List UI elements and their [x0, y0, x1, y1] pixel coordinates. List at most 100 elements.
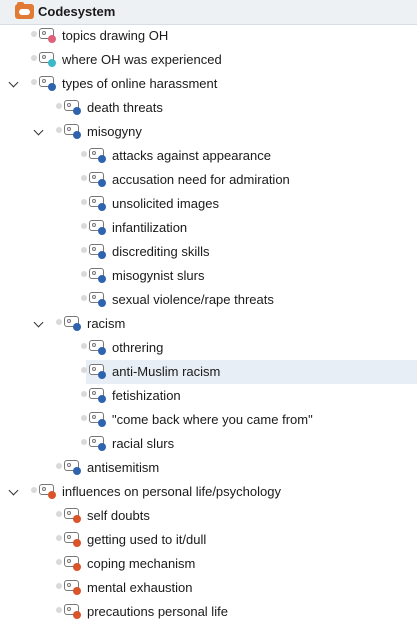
code-icon	[39, 28, 57, 43]
tree-item-label: where OH was experienced	[62, 52, 222, 67]
code-icon	[89, 268, 107, 283]
tree-item[interactable]: precautions personal life	[0, 600, 417, 624]
code-icon	[89, 340, 107, 355]
tree-item[interactable]: discrediting skills	[0, 240, 417, 264]
tree-item[interactable]: death threats	[0, 96, 417, 120]
code-icon	[39, 52, 57, 67]
codesystem-icon	[15, 2, 34, 19]
tree-item-label: racial slurs	[112, 436, 175, 451]
chevron-down-icon[interactable]	[33, 318, 45, 330]
tree-item[interactable]: mental exhaustion	[0, 576, 417, 600]
activation-dot-icon[interactable]	[81, 271, 87, 277]
tree-item-label: discrediting skills	[112, 244, 210, 259]
activation-dot-icon[interactable]	[56, 583, 62, 589]
code-icon	[64, 124, 82, 139]
tree-item-label: mental exhaustion	[87, 580, 193, 595]
chevron-down-icon[interactable]	[8, 486, 20, 498]
tree-item[interactable]: racial slurs	[0, 432, 417, 456]
tree-item-label: influences on personal life/psychology	[62, 484, 281, 499]
tree-item[interactable]: misogyny	[0, 120, 417, 144]
activation-dot-icon[interactable]	[56, 511, 62, 517]
tree-item[interactable]: infantilization	[0, 216, 417, 240]
code-icon	[64, 556, 82, 571]
tree-item[interactable]: misogynist slurs	[0, 264, 417, 288]
activation-dot-icon[interactable]	[56, 535, 62, 541]
tree-item-label: accusation need for admiration	[112, 172, 290, 187]
activation-dot-icon[interactable]	[56, 463, 62, 469]
tree-item[interactable]: "come back where you came from"	[0, 408, 417, 432]
activation-dot-icon[interactable]	[81, 151, 87, 157]
activation-dot-icon[interactable]	[81, 223, 87, 229]
tree-item[interactable]: types of online harassment	[0, 72, 417, 96]
activation-dot-icon[interactable]	[81, 199, 87, 205]
chevron-down-icon[interactable]	[33, 126, 45, 138]
tree-item[interactable]: influences on personal life/psychology	[0, 480, 417, 504]
activation-dot-icon[interactable]	[81, 439, 87, 445]
tree-item[interactable]: anti-Muslim racism	[0, 360, 417, 384]
tree-item[interactable]: othrering	[0, 336, 417, 360]
tree-item-label: infantilization	[112, 220, 188, 235]
activation-dot-icon[interactable]	[56, 103, 62, 109]
code-icon	[89, 436, 107, 451]
code-icon	[89, 364, 107, 379]
tree-item[interactable]: racism	[0, 312, 417, 336]
tree-item-label: precautions personal life	[87, 604, 228, 619]
tree-item[interactable]: getting used to it/dull	[0, 528, 417, 552]
tree-item[interactable]: topics drawing OH	[0, 24, 417, 48]
code-icon	[89, 196, 107, 211]
activation-dot-icon[interactable]	[31, 79, 37, 85]
tree-item-label: self doubts	[87, 508, 150, 523]
tree-item-label: "come back where you came from"	[112, 412, 313, 427]
activation-dot-icon[interactable]	[56, 127, 62, 133]
activation-dot-icon[interactable]	[81, 175, 87, 181]
activation-dot-icon[interactable]	[81, 343, 87, 349]
tree-item[interactable]: where OH was experienced	[0, 48, 417, 72]
tree-item-label: unsolicited images	[112, 196, 219, 211]
tree-item-label: getting used to it/dull	[87, 532, 207, 547]
activation-dot-icon[interactable]	[81, 415, 87, 421]
tree-item[interactable]: self doubts	[0, 504, 417, 528]
code-icon	[64, 604, 82, 619]
tree-item[interactable]: antisemitism	[0, 456, 417, 480]
tree-item-label: antisemitism	[87, 460, 160, 475]
activation-dot-icon[interactable]	[56, 319, 62, 325]
code-icon	[39, 484, 57, 499]
tree-item[interactable]: fetishization	[0, 384, 417, 408]
code-icon	[89, 292, 107, 307]
tree-item-label: coping mechanism	[87, 556, 196, 571]
activation-dot-icon[interactable]	[81, 247, 87, 253]
code-icon	[64, 508, 82, 523]
code-icon	[64, 532, 82, 547]
chevron-down-icon[interactable]	[8, 78, 20, 90]
tree-item-label: misogynist slurs	[112, 268, 205, 283]
activation-dot-icon[interactable]	[31, 487, 37, 493]
code-icon	[64, 316, 82, 331]
tree-item-label: attacks against appearance	[112, 148, 271, 163]
code-icon	[89, 412, 107, 427]
activation-dot-icon[interactable]	[81, 295, 87, 301]
tree-item-label: sexual violence/rape threats	[112, 292, 274, 307]
activation-dot-icon[interactable]	[81, 391, 87, 397]
activation-dot-icon[interactable]	[56, 559, 62, 565]
codesystem-header[interactable]: Codesystem	[0, 0, 417, 25]
tree-item-label: othrering	[112, 340, 164, 355]
code-icon	[64, 460, 82, 475]
tree-item[interactable]: unsolicited images	[0, 192, 417, 216]
codesystem-title: Codesystem	[38, 4, 116, 19]
tree-item-label: anti-Muslim racism	[112, 364, 221, 379]
activation-dot-icon[interactable]	[31, 55, 37, 61]
tree-item[interactable]: attacks against appearance	[0, 144, 417, 168]
activation-dot-icon[interactable]	[56, 607, 62, 613]
code-icon	[64, 580, 82, 595]
activation-dot-icon[interactable]	[31, 31, 37, 37]
activation-dot-icon[interactable]	[81, 367, 87, 373]
tree-item[interactable]: accusation need for admiration	[0, 168, 417, 192]
tree-item-label: misogyny	[87, 124, 142, 139]
tree-item[interactable]: sexual violence/rape threats	[0, 288, 417, 312]
code-icon	[89, 172, 107, 187]
code-icon	[39, 76, 57, 91]
code-icon	[89, 388, 107, 403]
tree-item-label: topics drawing OH	[62, 28, 169, 43]
tree-item-label: fetishization	[112, 388, 181, 403]
tree-item[interactable]: coping mechanism	[0, 552, 417, 576]
